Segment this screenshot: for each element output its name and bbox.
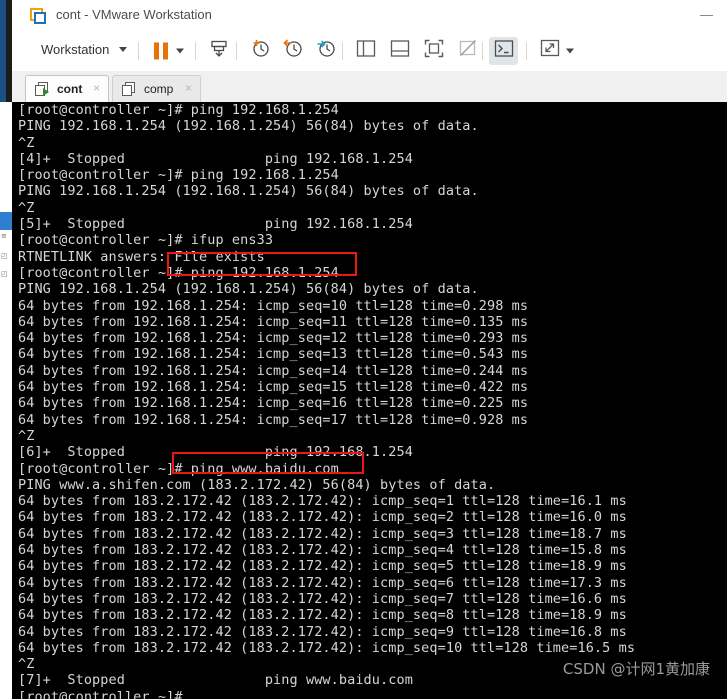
terminal-prompt-icon bbox=[494, 40, 513, 62]
panel-bottom-icon bbox=[390, 40, 410, 62]
show-library-button[interactable] bbox=[349, 31, 383, 71]
minimize-button[interactable] bbox=[700, 15, 713, 16]
terminal-line: 64 bytes from 183.2.172.42 (183.2.172.42… bbox=[18, 623, 627, 640]
fullscreen-button[interactable] bbox=[417, 31, 451, 71]
workstation-menu-label: Workstation bbox=[41, 42, 110, 57]
terminal-line: 64 bytes from 183.2.172.42 (183.2.172.42… bbox=[18, 639, 636, 656]
terminal-line: 64 bytes from 183.2.172.42 (183.2.172.42… bbox=[18, 558, 627, 575]
tab-cont[interactable]: cont × bbox=[25, 75, 109, 103]
chevron-down-icon bbox=[119, 47, 128, 52]
terminal-line: 64 bytes from 192.168.1.254: icmp_seq=10… bbox=[18, 297, 529, 314]
vm-console[interactable]: [root@controller ~]# ping 192.168.1.254 P… bbox=[12, 102, 727, 699]
tab-comp[interactable]: comp × bbox=[112, 75, 201, 103]
terminal-line: 64 bytes from 192.168.1.254: icmp_seq=15… bbox=[18, 379, 529, 396]
terminal-line: 64 bytes from 183.2.172.42 (183.2.172.42… bbox=[18, 493, 627, 510]
window-title: cont - VMware Workstation bbox=[56, 7, 212, 22]
tab-comp-close-icon[interactable]: × bbox=[185, 82, 192, 95]
terminal-line: 64 bytes from 183.2.172.42 (183.2.172.42… bbox=[18, 590, 627, 607]
library-vm-icon[interactable]: ◰ bbox=[1, 252, 11, 264]
vmware-icon bbox=[30, 8, 46, 24]
toolbar-separator bbox=[482, 42, 483, 60]
power-button[interactable] bbox=[202, 31, 236, 71]
snapshot-revert-icon bbox=[283, 38, 304, 64]
pause-icon bbox=[154, 42, 168, 60]
stretch-arrows-icon bbox=[540, 39, 560, 63]
library-sidebar-sliver[interactable]: ≡ ◰ ◰ bbox=[0, 102, 12, 699]
terminal-line: 64 bytes from 183.2.172.42 (183.2.172.42… bbox=[18, 509, 627, 526]
unity-button[interactable] bbox=[451, 31, 485, 71]
snapshot-take-button[interactable] bbox=[243, 31, 277, 71]
terminal-line: ^Z bbox=[18, 427, 35, 444]
toolbar-separator bbox=[526, 42, 527, 60]
toolbar-separator bbox=[342, 42, 343, 60]
terminal-line: PING 192.168.1.254 (192.168.1.254) 56(84… bbox=[18, 118, 479, 135]
terminal-line: PING 192.168.1.254 (192.168.1.254) 56(84… bbox=[18, 281, 479, 298]
terminal-line: [root@controller ~]# ifup ens33 bbox=[18, 232, 274, 249]
toolbar-separator bbox=[195, 42, 196, 60]
chevron-down-icon bbox=[176, 48, 184, 54]
suspend-dropdown[interactable] bbox=[170, 31, 190, 71]
power-down-icon bbox=[209, 39, 229, 64]
terminal-line: RTNETLINK answers: File exists bbox=[18, 248, 265, 265]
terminal-line: PING 192.168.1.254 (192.168.1.254) 56(84… bbox=[18, 183, 479, 200]
terminal-line: [root@controller ~]# ping 192.168.1.254 bbox=[18, 102, 339, 118]
terminal-line: 64 bytes from 192.168.1.254: icmp_seq=17… bbox=[18, 411, 529, 428]
vm-tab-strip: cont × comp × bbox=[12, 71, 727, 103]
terminal-line: 64 bytes from 192.168.1.254: icmp_seq=13… bbox=[18, 346, 529, 363]
toolbar-separator bbox=[236, 42, 237, 60]
terminal-line: [root@controller ~]# _ bbox=[18, 688, 200, 699]
snapshot-manager-button[interactable] bbox=[309, 31, 343, 71]
terminal-line: [root@controller ~]# ping 192.168.1.254 bbox=[18, 167, 339, 184]
library-item-icon[interactable]: ≡ bbox=[1, 232, 11, 244]
terminal-line: 64 bytes from 192.168.1.254: icmp_seq=16… bbox=[18, 395, 529, 412]
terminal-output: [root@controller ~]# ping 192.168.1.254 P… bbox=[18, 102, 727, 699]
highlight-ping-gateway bbox=[167, 252, 357, 276]
tab-cont-label: cont bbox=[57, 82, 83, 96]
terminal-line: ^Z bbox=[18, 199, 35, 216]
toolbar-separator bbox=[138, 42, 139, 60]
terminal-line: [6]+ Stopped ping 192.168.1.254 bbox=[18, 444, 413, 461]
highlight-ping-baidu bbox=[172, 452, 364, 474]
vm-stopped-icon bbox=[122, 82, 138, 97]
show-thumbnails-button[interactable] bbox=[383, 31, 417, 71]
chevron-down-icon bbox=[566, 48, 574, 54]
terminal-line: 64 bytes from 192.168.1.254: icmp_seq=12… bbox=[18, 330, 529, 347]
terminal-line: [5]+ Stopped ping 192.168.1.254 bbox=[18, 216, 413, 233]
terminal-line: 64 bytes from 183.2.172.42 (183.2.172.42… bbox=[18, 574, 627, 591]
unity-icon bbox=[459, 40, 478, 63]
fullscreen-icon bbox=[424, 39, 444, 63]
library-selected-item[interactable] bbox=[0, 212, 12, 230]
console-view-button-icon-wrap[interactable] bbox=[486, 31, 521, 71]
terminal-line: ^Z bbox=[18, 134, 35, 151]
main-toolbar: Workstation bbox=[12, 31, 727, 72]
title-bar: cont - VMware Workstation bbox=[12, 0, 727, 31]
terminal-line: 64 bytes from 183.2.172.42 (183.2.172.42… bbox=[18, 542, 627, 559]
stretch-dropdown[interactable] bbox=[560, 31, 580, 71]
terminal-line: 64 bytes from 183.2.172.42 (183.2.172.42… bbox=[18, 607, 627, 624]
tab-cont-close-icon[interactable]: × bbox=[93, 82, 100, 95]
terminal-line: [4]+ Stopped ping 192.168.1.254 bbox=[18, 150, 413, 167]
vmware-workstation-window: cont - VMware Workstation Workstation co… bbox=[0, 0, 727, 699]
terminal-line: PING www.a.shifen.com (183.2.172.42) 56(… bbox=[18, 476, 496, 493]
csdn-watermark: CSDN @计网1黄加康 bbox=[562, 660, 710, 678]
terminal-line: [root@controller ~]# ping www.baidu.com bbox=[18, 460, 339, 477]
snapshot-manager-icon bbox=[316, 38, 337, 64]
tab-comp-label: comp bbox=[144, 82, 174, 96]
snapshot-add-icon bbox=[250, 38, 271, 64]
terminal-line: [root@controller ~]# ping 192.168.1.254 bbox=[18, 264, 339, 281]
vm-running-icon bbox=[35, 82, 51, 97]
panel-left-icon bbox=[356, 40, 376, 62]
terminal-line: 64 bytes from 192.168.1.254: icmp_seq=11… bbox=[18, 313, 529, 330]
terminal-line: 64 bytes from 183.2.172.42 (183.2.172.42… bbox=[18, 525, 627, 542]
snapshot-revert-button[interactable] bbox=[276, 31, 310, 71]
workstation-menu[interactable]: Workstation bbox=[41, 42, 128, 57]
library-vm-icon[interactable]: ◰ bbox=[1, 270, 11, 282]
terminal-line: 64 bytes from 192.168.1.254: icmp_seq=14… bbox=[18, 362, 529, 379]
